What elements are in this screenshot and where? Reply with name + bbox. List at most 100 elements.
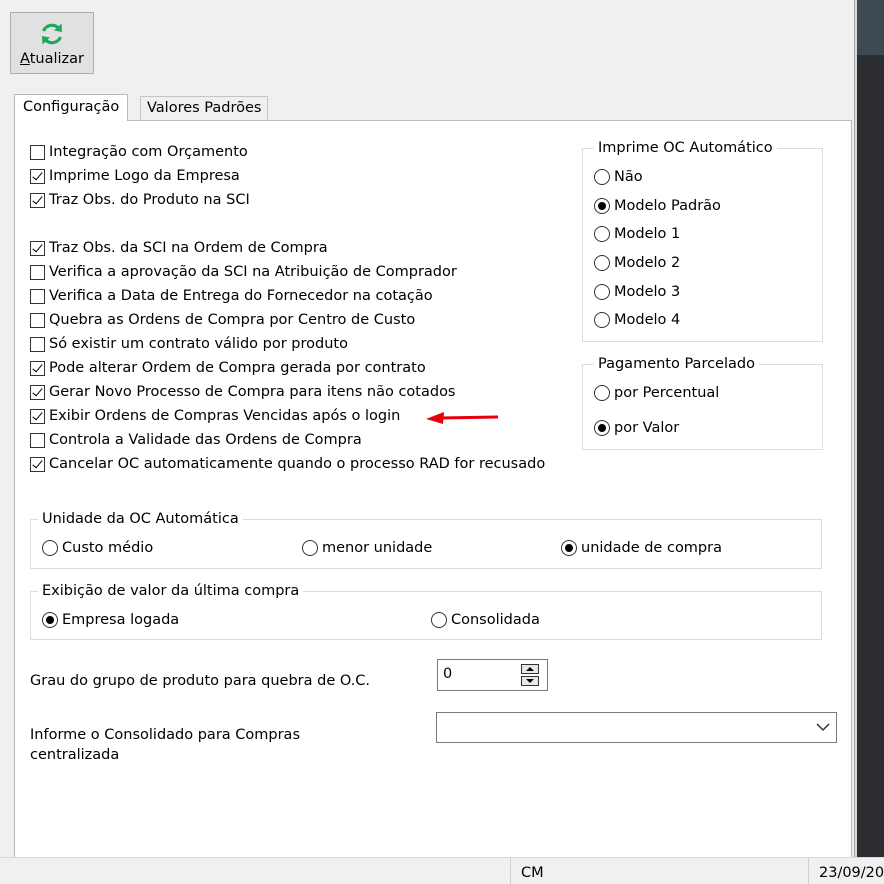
checkbox-exibir-vencidas[interactable]: Exibir Ordens de Compras Vencidas após o… — [30, 406, 400, 426]
refresh-button[interactable]: Atualizar — [10, 12, 94, 74]
radio-circle[interactable] — [302, 540, 318, 556]
checkbox-novo-processo[interactable]: Gerar Novo Processo de Compra para itens… — [30, 382, 456, 402]
checkbox-cancelar-oc-rad[interactable]: Cancelar OC automaticamente quando o pro… — [30, 454, 545, 474]
refresh-icon — [42, 23, 62, 45]
radio-circle[interactable] — [594, 169, 610, 185]
tab-configuracao[interactable]: Configuração — [14, 94, 129, 121]
radio-label: Empresa logada — [62, 612, 180, 628]
radio-label: Custo médio — [62, 540, 154, 556]
checkbox-label: Verifica a Data de Entrega do Fornecedor… — [49, 288, 433, 304]
radio-label: Modelo 2 — [614, 255, 681, 271]
checkbox-box[interactable] — [30, 240, 45, 256]
refresh-label: Atualizar — [20, 51, 84, 67]
radio-label: Modelo 3 — [614, 284, 681, 300]
radio-circle[interactable] — [431, 612, 447, 628]
group-title: Unidade da OC Automática — [38, 510, 243, 528]
checkbox-label: Só existir um contrato válido por produt… — [49, 336, 348, 352]
radio-menor-unidade[interactable]: menor unidade — [302, 538, 432, 558]
radio-circle[interactable] — [42, 540, 58, 556]
radio-label: Modelo Padrão — [614, 198, 721, 214]
radio-custo-medio[interactable]: Custo médio — [42, 538, 153, 558]
radio-label: Consolidada — [451, 612, 540, 628]
consolidado-label-line2: centralizada — [30, 747, 120, 763]
checkbox-label: Gerar Novo Processo de Compra para itens… — [49, 384, 456, 400]
radio-label: por Valor — [614, 420, 680, 436]
checkbox-data-entrega[interactable]: Verifica a Data de Entrega do Fornecedor… — [30, 286, 433, 306]
checkbox-imprime-logo[interactable]: Imprime Logo da Empresa — [30, 166, 240, 186]
radio-modelo-4[interactable]: Modelo 4 — [594, 310, 680, 330]
radio-circle[interactable] — [594, 255, 610, 271]
checkbox-box[interactable] — [30, 408, 45, 424]
radio-modelo-1[interactable]: Modelo 1 — [594, 224, 680, 244]
checkbox-label: Quebra as Ordens de Compra por Centro de… — [49, 312, 416, 328]
radio-modelo-padrao[interactable]: Modelo Padrão — [594, 196, 721, 216]
checkbox-label: Verifica a aprovação da SCI na Atribuiçã… — [49, 264, 457, 280]
spin-up-icon[interactable] — [521, 664, 539, 674]
radio-circle[interactable] — [594, 284, 610, 300]
radio-label: por Percentual — [614, 385, 720, 401]
checkbox-box[interactable] — [30, 264, 45, 280]
radio-label: Não — [614, 169, 643, 185]
checkbox-label: Exibir Ordens de Compras Vencidas após o… — [49, 408, 401, 424]
status-bar: CM 23/09/20 — [0, 857, 884, 884]
radio-unidade-compra[interactable]: unidade de compra — [561, 538, 722, 558]
checkbox-box[interactable] — [30, 144, 45, 160]
consolidado-select[interactable] — [436, 712, 837, 743]
radio-circle[interactable] — [594, 198, 610, 214]
checkbox-box[interactable] — [30, 168, 45, 184]
radio-label: Modelo 4 — [614, 312, 681, 328]
radio-por-percentual[interactable]: por Percentual — [594, 383, 719, 403]
checkbox-box[interactable] — [30, 288, 45, 304]
radio-circle[interactable] — [42, 612, 58, 628]
radio-circle[interactable] — [561, 540, 577, 556]
consolidado-label: Informe o Consolidado para Compras centr… — [30, 725, 300, 765]
checkbox-contrato-unico[interactable]: Só existir um contrato válido por produt… — [30, 334, 348, 354]
radio-circle[interactable] — [594, 226, 610, 242]
spin-down-icon[interactable] — [521, 676, 539, 686]
background-window — [857, 0, 884, 857]
checkbox-alterar-ordem-contrato[interactable]: Pode alterar Ordem de Compra gerada por … — [30, 358, 426, 378]
checkbox-box[interactable] — [30, 192, 45, 208]
checkbox-box[interactable] — [30, 384, 45, 400]
consolidado-label-line1: Informe o Consolidado para Compras — [30, 727, 300, 743]
radio-circle[interactable] — [594, 312, 610, 328]
radio-label: menor unidade — [322, 540, 433, 556]
checkbox-box[interactable] — [30, 456, 45, 472]
checkbox-label: Traz Obs. do Produto na SCI — [49, 192, 250, 208]
checkbox-box[interactable] — [30, 312, 45, 328]
checkbox-box[interactable] — [30, 336, 45, 352]
checkbox-integracao-orcamento[interactable]: Integração com Orçamento — [30, 142, 248, 162]
radio-nao[interactable]: Não — [594, 167, 643, 187]
group-title: Exibição de valor da última compra — [38, 582, 304, 600]
checkbox-label: Imprime Logo da Empresa — [49, 168, 240, 184]
status-cell-cm: CM — [510, 858, 808, 884]
grau-label: Grau do grupo de produto para quebra de … — [30, 673, 371, 689]
radio-modelo-2[interactable]: Modelo 2 — [594, 253, 680, 273]
checkbox-label: Controla a Validade das Ordens de Compra — [49, 432, 362, 448]
radio-por-valor[interactable]: por Valor — [594, 418, 679, 438]
radio-modelo-3[interactable]: Modelo 3 — [594, 282, 680, 302]
tab-valores-padroes[interactable]: Valores Padrões — [140, 96, 269, 120]
radio-label: Modelo 1 — [614, 226, 681, 242]
status-cell-1 — [0, 858, 510, 884]
radio-consolidada[interactable]: Consolidada — [431, 610, 540, 630]
group-title: Imprime OC Automático — [594, 139, 777, 157]
radio-circle[interactable] — [594, 420, 610, 436]
checkbox-box[interactable] — [30, 360, 45, 376]
checkbox-label: Pode alterar Ordem de Compra gerada por … — [49, 360, 426, 376]
checkbox-label: Integração com Orçamento — [49, 144, 248, 160]
radio-empresa-logada[interactable]: Empresa logada — [42, 610, 179, 630]
checkbox-controla-validade[interactable]: Controla a Validade das Ordens de Compra — [30, 430, 362, 450]
annotation-arrow-icon — [426, 412, 499, 424]
checkbox-box[interactable] — [30, 432, 45, 448]
group-title: Pagamento Parcelado — [594, 355, 759, 373]
checkbox-obs-produto-sci[interactable]: Traz Obs. do Produto na SCI — [30, 190, 250, 210]
radio-circle[interactable] — [594, 385, 610, 401]
checkbox-obs-sci-ordem[interactable]: Traz Obs. da SCI na Ordem de Compra — [30, 238, 328, 258]
status-cell-date: 23/09/20 — [808, 858, 884, 884]
radio-label: unidade de compra — [581, 540, 722, 556]
checkbox-quebra-centro-custo[interactable]: Quebra as Ordens de Compra por Centro de… — [30, 310, 415, 330]
grau-spin-input[interactable]: 0 — [437, 659, 548, 691]
grau-value: 0 — [443, 666, 453, 682]
checkbox-aprovacao-sci[interactable]: Verifica a aprovação da SCI na Atribuiçã… — [30, 262, 457, 282]
